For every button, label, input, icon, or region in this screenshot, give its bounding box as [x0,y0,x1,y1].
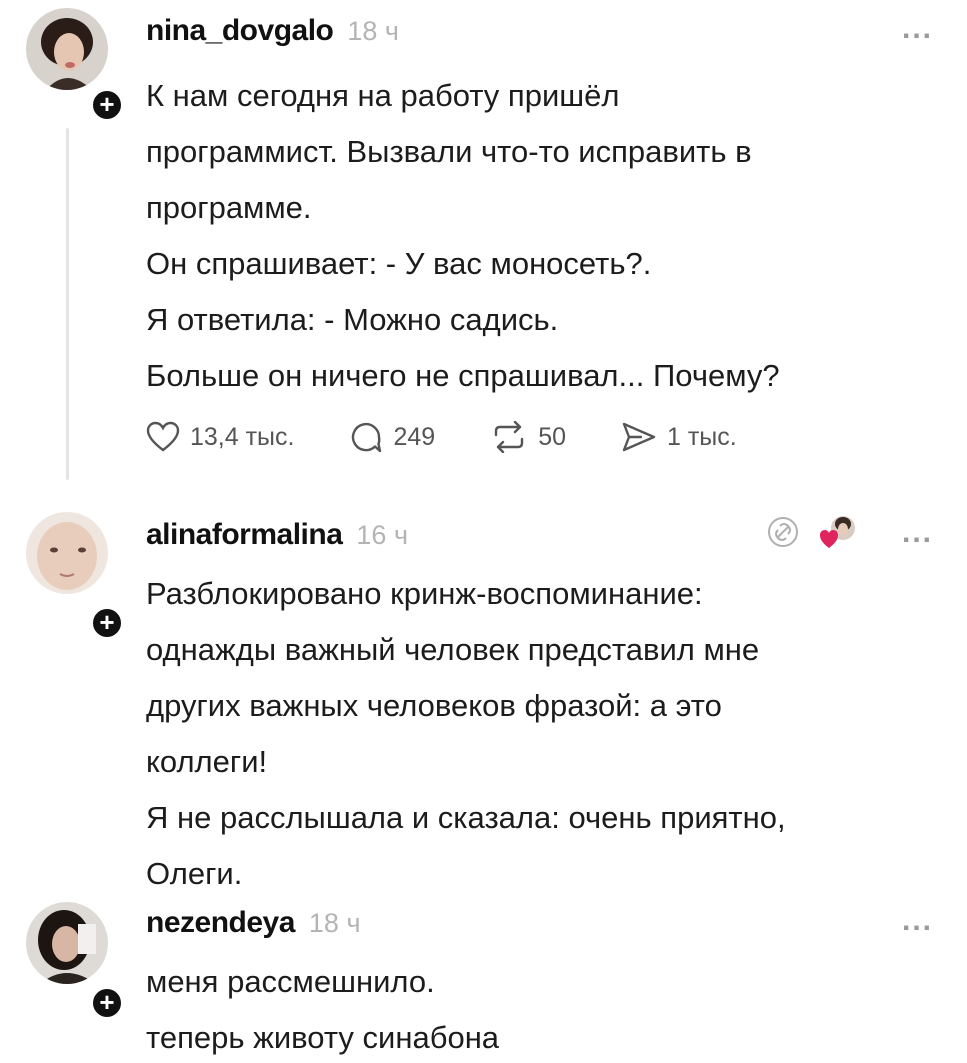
post-actions: 13,4 тыс. 249 50 1 тыс. [146,412,792,462]
avatar[interactable]: + [26,512,124,640]
text-line: других важных человеков фразой: а это [146,688,722,723]
post-text: Разблокировано кринж-воспоминание: однаж… [146,566,936,902]
more-options-button[interactable]: ... [902,904,933,938]
liked-by-author-icon [820,516,855,548]
post-nina-dovgalo: + nina_dovgalo 18 ч ... К нам сегодня на… [0,0,967,490]
text-line: коллеги! [146,744,268,779]
repost-button[interactable]: 50 [490,421,566,453]
text-line: теперь животу синабона [146,1020,500,1055]
like-button[interactable]: 13,4 тыс. [146,421,294,453]
text-line: однажды важный человек представил мне [146,632,760,667]
username[interactable]: nina_dovgalo [146,14,334,48]
username[interactable]: nezendeya [146,906,295,940]
text-line: К нам сегодня на работу пришёл [146,78,620,113]
post-nezendeya: + nezendeya 18 ч ... меня рассмешнило. т… [0,890,967,1063]
thread-line [66,128,69,480]
send-icon [622,422,656,452]
heart-icon [146,421,180,452]
post-header: alinaformalina 16 ч [146,518,408,558]
threads-feed: + nina_dovgalo 18 ч ... К нам сегодня на… [0,0,967,1063]
share-button[interactable]: 1 тыс. [621,421,737,453]
post-text: меня рассмешнило. теперь животу синабона [146,954,936,1063]
more-options-button[interactable]: ... [902,12,933,46]
comment-icon [352,422,382,453]
timestamp: 18 ч [347,16,399,46]
follow-badge[interactable]: + [90,88,124,122]
post-header: nina_dovgalo 18 ч [146,14,399,54]
share-count: 1 тыс. [667,422,737,451]
comment-button[interactable]: 249 [349,420,435,454]
reply-indicators [765,512,859,552]
timestamp: 16 ч [356,520,409,550]
like-count: 13,4 тыс. [190,422,295,451]
avatar[interactable]: + [26,902,124,1020]
post-alinaformalina: + alinaformalina 16 ч ... Разблокировано… [0,490,967,891]
avatar-photo [26,902,108,984]
post-header: nezendeya 18 ч [146,906,361,946]
avatar[interactable]: + [26,8,124,122]
more-options-button[interactable]: ... [902,516,933,550]
post-text: К нам сегодня на работу пришёл программи… [146,68,936,404]
text-line: Он спрашивает: - У вас моносеть?. [146,246,652,281]
repost-count: 50 [538,422,566,451]
follow-badge[interactable]: + [90,986,124,1020]
text-line: Разблокировано кринж-воспоминание: [146,576,703,611]
avatar-photo [26,512,108,594]
text-line: меня рассмешнило. [146,964,435,999]
avatar-photo [26,8,108,90]
comment-count: 249 [393,422,436,451]
text-line: Я ответила: - Можно садись. [146,302,559,337]
text-line: Больше он ничего не спрашивал... Почему? [146,358,780,393]
text-line: программист. Вызвали что-то исправить в [146,134,752,169]
timestamp: 18 ч [308,908,361,938]
link-icon[interactable] [765,514,801,550]
follow-badge[interactable]: + [90,606,124,640]
repost-icon [494,421,524,453]
text-line: Я не расслышала и сказала: очень приятно… [146,800,786,835]
text-line: программе. [146,190,312,225]
username[interactable]: alinaformalina [146,518,343,552]
